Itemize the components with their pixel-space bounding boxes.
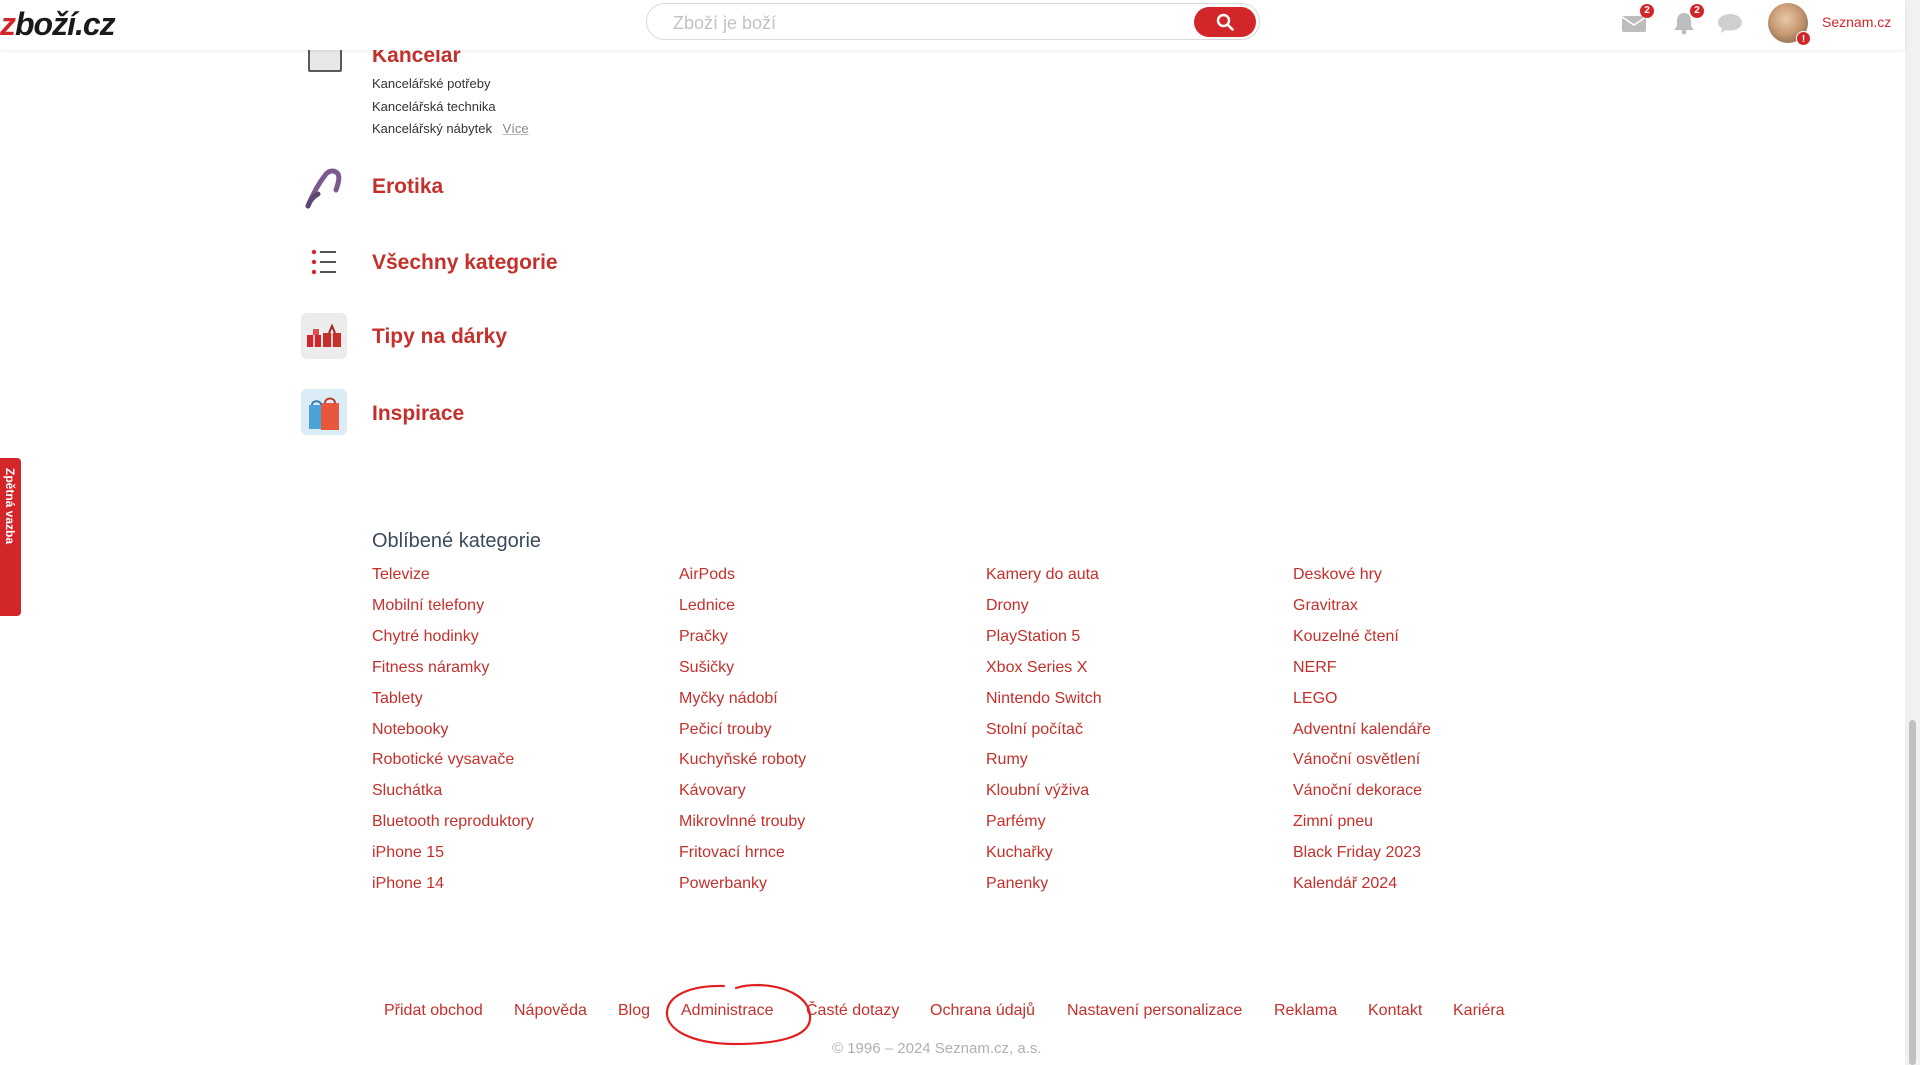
popular-link[interactable]: Kloubní výživa [986, 776, 1102, 807]
feedback-tab-label: Zpětná vazba [3, 468, 17, 545]
feedback-tab[interactable]: Zpětná vazba [0, 458, 21, 616]
footer-link-blog[interactable]: Blog [618, 1002, 650, 1020]
shopping-bags-icon [300, 388, 348, 436]
more-link[interactable]: Více [503, 121, 529, 136]
popular-link[interactable]: iPhone 14 [372, 869, 534, 900]
popular-link[interactable]: Mobilní telefony [372, 591, 534, 622]
popular-link[interactable]: Kalendář 2024 [1293, 869, 1431, 900]
popular-link[interactable]: Sluchátka [372, 776, 534, 807]
gift-icon [300, 312, 348, 360]
footer-link-administration[interactable]: Administrace [681, 1002, 773, 1020]
popular-link[interactable]: Robotické vysavače [372, 745, 534, 776]
user-avatar[interactable]: ! [1768, 3, 1811, 46]
popular-column-4: Deskové hry Gravitrax Kouzelné čtení NER… [1293, 560, 1431, 900]
popular-link[interactable]: Gravitrax [1293, 591, 1431, 622]
popular-link[interactable]: Vánoční dekorace [1293, 776, 1431, 807]
footer-link-add-shop[interactable]: Přidat obchod [384, 1002, 483, 1020]
vertical-scrollbar[interactable] [1905, 0, 1920, 1065]
popular-link[interactable]: Mikrovlnné trouby [679, 807, 806, 838]
popular-link[interactable]: Nintendo Switch [986, 684, 1102, 715]
category-title[interactable]: Inspirace [372, 402, 464, 426]
popular-link[interactable]: Kávovary [679, 776, 806, 807]
popular-link[interactable]: Rumy [986, 745, 1102, 776]
copyright-text: © 1996 – 2024 Seznam.cz, a.s. [832, 1040, 1042, 1057]
popular-link[interactable]: Powerbanky [679, 869, 806, 900]
popular-link[interactable]: Xbox Series X [986, 653, 1102, 684]
popular-link[interactable]: Vánoční osvětlení [1293, 745, 1431, 776]
popular-link[interactable]: Fritovací hrnce [679, 838, 806, 869]
popular-link[interactable]: Adventní kalendáře [1293, 715, 1431, 746]
footer-link-personalization[interactable]: Nastavení personalizace [1067, 1002, 1242, 1020]
search-icon [1216, 13, 1234, 31]
erotika-icon [300, 164, 348, 212]
footer-link-advertising[interactable]: Reklama [1274, 1002, 1337, 1020]
popular-column-3: Kamery do auta Drony PlayStation 5 Xbox … [986, 560, 1102, 900]
subcategory-link[interactable]: Kancelářská technika [372, 96, 529, 119]
popular-link[interactable]: Kuchyňské roboty [679, 745, 806, 776]
popular-link[interactable]: iPhone 15 [372, 838, 534, 869]
popular-link[interactable]: Panenky [986, 869, 1102, 900]
popular-link[interactable]: Stolní počítač [986, 715, 1102, 746]
popular-link[interactable]: AirPods [679, 560, 806, 591]
popular-link[interactable]: Bluetooth reproduktory [372, 807, 534, 838]
category-title[interactable]: Erotika [372, 175, 443, 199]
popular-link[interactable]: Kuchařky [986, 838, 1102, 869]
list-icon [300, 238, 348, 286]
popular-link[interactable]: Parfémy [986, 807, 1102, 838]
scrollbar-thumb[interactable] [1909, 720, 1916, 1065]
popular-link[interactable]: Kouzelné čtení [1293, 622, 1431, 653]
popular-link[interactable]: Notebooky [372, 715, 534, 746]
popular-link[interactable]: Televize [372, 560, 534, 591]
search-input[interactable] [671, 10, 1175, 36]
mail-badge: 2 [1640, 4, 1654, 18]
popular-link[interactable]: LEGO [1293, 684, 1431, 715]
popular-link[interactable]: Tablety [372, 684, 534, 715]
search-button[interactable] [1194, 7, 1256, 37]
mail-button[interactable]: 2 [1620, 4, 1654, 36]
chat-button[interactable] [1716, 10, 1744, 36]
popular-link[interactable]: Drony [986, 591, 1102, 622]
chat-bubble-icon [1718, 14, 1742, 33]
popular-link[interactable]: Zimní pneu [1293, 807, 1431, 838]
popular-link[interactable]: Pračky [679, 622, 806, 653]
footer-link-career[interactable]: Kariéra [1453, 1002, 1505, 1020]
subcategory-link[interactable]: Kancelářský nábytek [372, 121, 492, 136]
footer-link-contact[interactable]: Kontakt [1368, 1002, 1422, 1020]
notifications-badge: 2 [1690, 4, 1704, 18]
popular-link[interactable]: NERF [1293, 653, 1431, 684]
popular-link[interactable]: Lednice [679, 591, 806, 622]
popular-link[interactable]: Pečicí trouby [679, 715, 806, 746]
popular-link[interactable]: Deskové hry [1293, 560, 1431, 591]
zbozi-logo[interactable]: zboží.cz [0, 4, 116, 44]
footer-link-privacy[interactable]: Ochrana údajů [930, 1002, 1035, 1020]
popular-link[interactable]: Fitness náramky [372, 653, 534, 684]
popular-categories-title: Oblíbené kategorie [372, 530, 542, 552]
footer-link-help[interactable]: Nápověda [514, 1002, 587, 1020]
notifications-button[interactable]: 2 [1670, 4, 1704, 36]
seznam-link[interactable]: Seznam.cz [1822, 14, 1891, 30]
footer-link-faq[interactable]: Časté dotazy [806, 1002, 899, 1020]
subcategory-link[interactable]: Kancelářské potřeby [372, 73, 529, 96]
popular-link[interactable]: Sušičky [679, 653, 806, 684]
popular-link[interactable]: Kamery do auta [986, 560, 1102, 591]
category-title[interactable]: Všechny kategorie [372, 251, 558, 275]
office-subcategories: Kancelářské potřeby Kancelářská technika… [372, 73, 529, 141]
top-header: zboží.cz 2 2 ! Seznam.cz [0, 0, 1905, 50]
popular-link[interactable]: PlayStation 5 [986, 622, 1102, 653]
search-box [646, 3, 1260, 40]
category-title[interactable]: Tipy na dárky [372, 325, 507, 349]
popular-column-1: Televize Mobilní telefony Chytré hodinky… [372, 560, 534, 900]
popular-link[interactable]: Chytré hodinky [372, 622, 534, 653]
popular-link[interactable]: Black Friday 2023 [1293, 838, 1431, 869]
popular-column-2: AirPods Lednice Pračky Sušičky Myčky nád… [679, 560, 806, 900]
popular-link[interactable]: Myčky nádobí [679, 684, 806, 715]
avatar-alert-badge: ! [1796, 31, 1811, 46]
